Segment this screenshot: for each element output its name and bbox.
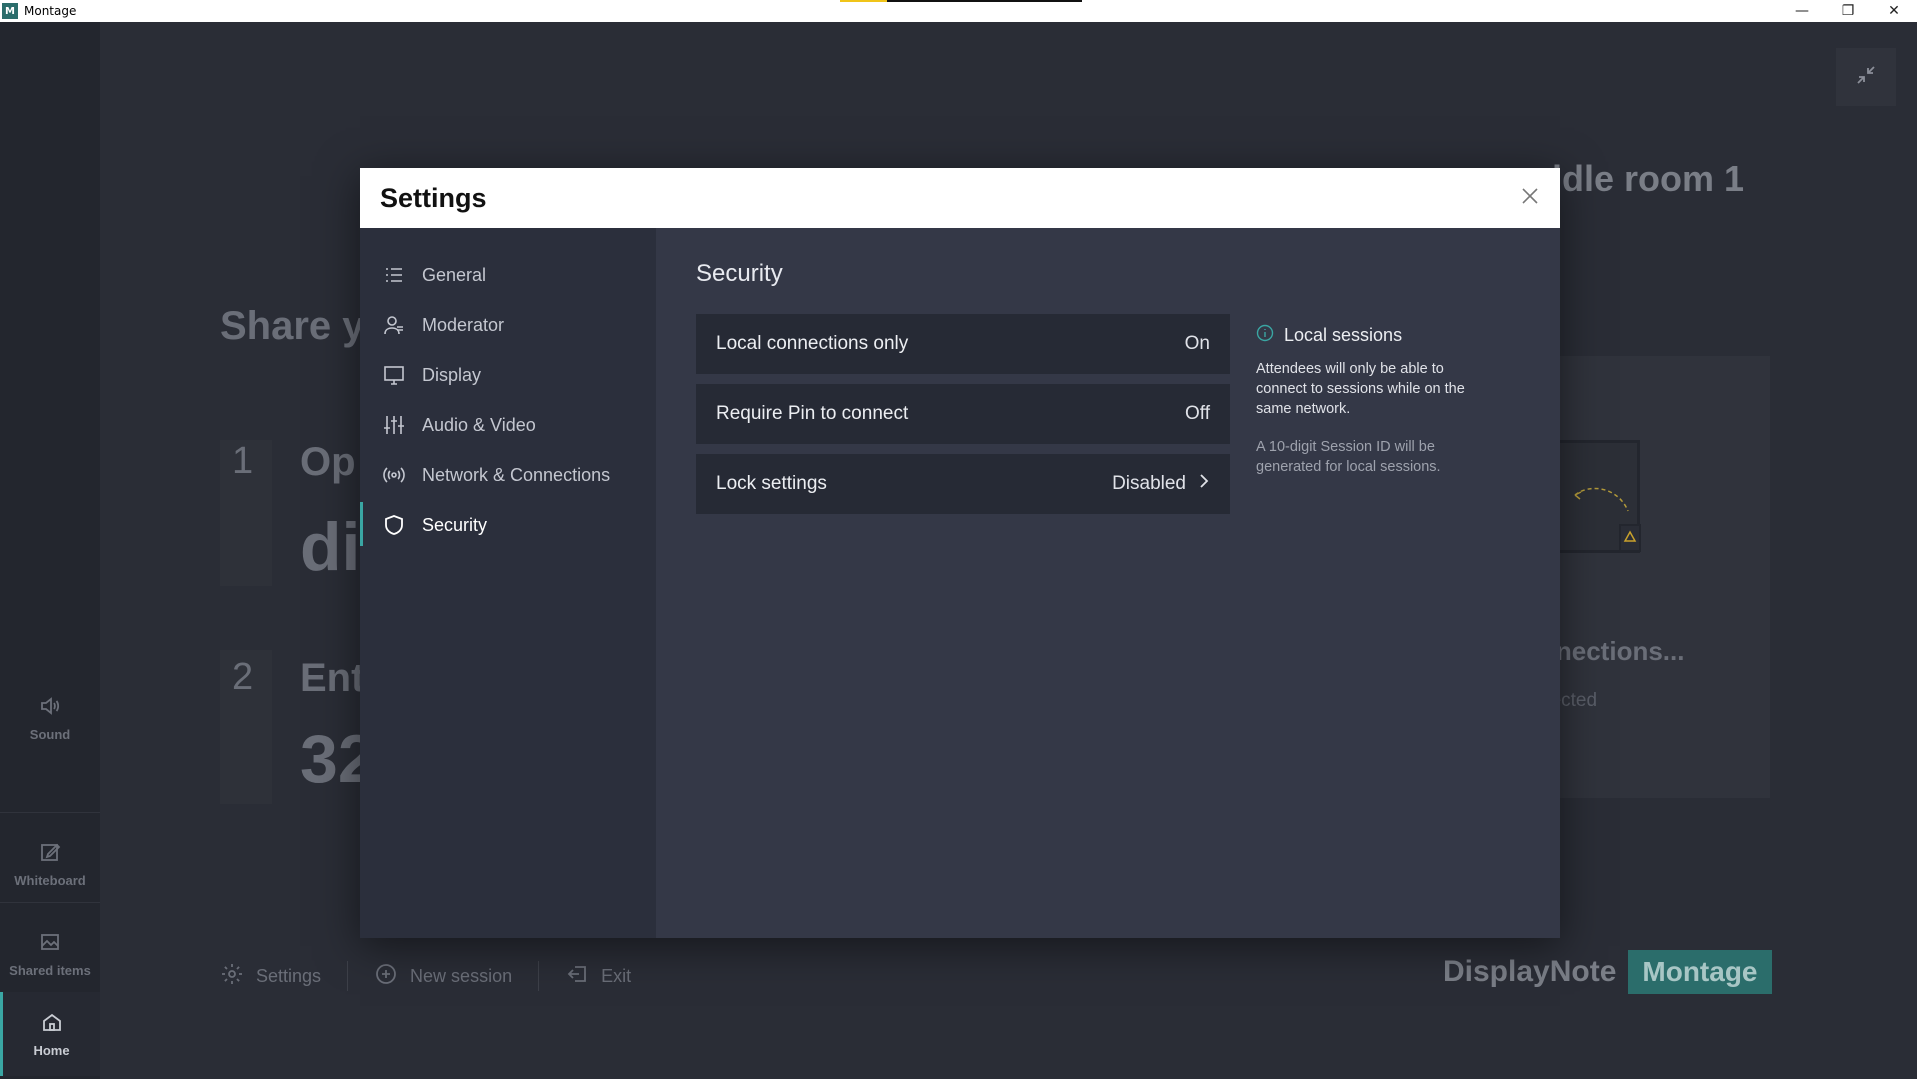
user-icon <box>382 313 406 337</box>
close-icon <box>1521 187 1539 209</box>
new-session-button[interactable]: New session <box>348 962 538 991</box>
home-icon <box>40 1010 64 1037</box>
sidebar-item-sound[interactable]: Sound <box>0 676 100 760</box>
chevron-right-icon <box>1198 473 1210 495</box>
step-1-value: di <box>300 509 361 585</box>
sidebar-item-label: Home <box>33 1043 70 1058</box>
sidebar-divider <box>0 902 100 903</box>
info-panel: Local sessions Attendees will only be ab… <box>1256 324 1496 477</box>
gear-icon <box>220 962 244 991</box>
nav-item-moderator[interactable]: Moderator <box>360 300 656 350</box>
nav-item-label: Security <box>422 514 488 535</box>
nav-item-general[interactable]: General <box>360 250 656 300</box>
image-icon <box>38 930 62 957</box>
security-panel: Security Local connections only On Requi… <box>656 228 1560 938</box>
settings-dialog-title: Settings <box>380 182 487 213</box>
sidebar-item-whiteboard[interactable]: Whiteboard <box>0 822 100 906</box>
monitor-icon <box>382 363 406 387</box>
new-session-button-label: New session <box>410 965 513 986</box>
nav-item-label: General <box>422 264 487 285</box>
left-sidebar: Sound Whiteboard Shared items Home <box>0 22 100 1079</box>
close-dialog-button[interactable] <box>1516 184 1544 212</box>
sidebar-item-home[interactable]: Home <box>0 992 100 1076</box>
settings-button[interactable]: Settings <box>220 962 347 991</box>
lock-settings-item[interactable]: Lock settings Disabled <box>696 454 1230 514</box>
list-icon <box>382 263 406 287</box>
sidebar-item-label: Whiteboard <box>14 873 86 888</box>
nav-item-security[interactable]: Security <box>360 500 656 550</box>
minimize-button[interactable]: — <box>1779 0 1825 22</box>
step-2-number: 2 <box>232 656 254 698</box>
nav-item-label: Network & Connections <box>422 464 611 485</box>
nav-item-display[interactable]: Display <box>360 350 656 400</box>
shield-icon <box>382 513 406 537</box>
edit-icon <box>38 840 62 867</box>
info-title: Local sessions <box>1284 325 1403 345</box>
brand-montage: Montage <box>1628 950 1772 994</box>
row-label: Require Pin to connect <box>716 403 909 424</box>
connections-panel <box>1540 356 1770 798</box>
row-label: Local connections only <box>716 333 909 354</box>
exit-button[interactable]: Exit <box>539 962 657 991</box>
settings-dialog-header: Settings <box>360 168 1560 228</box>
exit-button-label: Exit <box>601 965 632 986</box>
info-icon <box>1256 324 1274 347</box>
settings-dialog: Settings General Moderator Display Audio… <box>360 168 1560 938</box>
info-note: A 10-digit Session ID will be generated … <box>1256 439 1441 475</box>
row-value: Off <box>1185 403 1210 424</box>
plus-circle-icon <box>374 962 398 991</box>
nav-item-label: Audio & Video <box>422 414 536 435</box>
row-label: Lock settings <box>716 473 827 494</box>
step-1-number: 1 <box>232 440 254 482</box>
exit-icon <box>565 962 589 991</box>
nav-item-audio-video[interactable]: Audio & Video <box>360 400 656 450</box>
brand-logo: DisplayNote Montage <box>1443 950 1772 994</box>
step-1-label: Op <box>300 440 356 484</box>
info-header: Local sessions <box>1256 324 1496 347</box>
nav-item-label: Moderator <box>422 314 505 335</box>
require-pin-toggle[interactable]: Require Pin to connect Off <box>696 384 1230 444</box>
info-description: Attendees will only be able to connect t… <box>1256 361 1465 417</box>
window-title: Montage <box>24 4 77 18</box>
sidebar-item-label: Sound <box>29 727 71 742</box>
connections-title: nnections... <box>1540 636 1685 666</box>
title-progress-bar <box>840 0 1082 2</box>
speaker-icon <box>38 694 62 721</box>
nav-item-network-connections[interactable]: Network & Connections <box>360 450 656 500</box>
row-value: On <box>1184 333 1210 354</box>
sidebar-divider <box>0 812 100 813</box>
settings-button-label: Settings <box>256 965 322 986</box>
share-title: Share y <box>220 304 365 348</box>
section-title: Security <box>696 260 783 287</box>
restore-button[interactable]: ❐ <box>1825 0 1871 22</box>
local-connections-only-toggle[interactable]: Local connections only On <box>696 314 1230 374</box>
sidebar-item-shared-items[interactable]: Shared items <box>0 912 100 996</box>
window-controls: — ❐ ✕ <box>1779 0 1917 22</box>
settings-nav: General Moderator Display Audio & Video … <box>360 228 656 938</box>
sidebar-item-label: Shared items <box>9 963 91 978</box>
bottom-toolbar: Settings New session Exit <box>220 960 657 992</box>
security-settings-list: Local connections only On Require Pin to… <box>696 314 1230 514</box>
app-icon-letter: M <box>5 5 15 17</box>
nav-item-label: Display <box>422 364 482 385</box>
brand-displaynote: DisplayNote <box>1443 955 1617 988</box>
room-title: ddle room 1 <box>1540 158 1745 199</box>
window-title-bar: M Montage — ❐ ✕ <box>0 0 1917 22</box>
collapse-icon <box>1854 63 1878 91</box>
close-window-button[interactable]: ✕ <box>1871 0 1917 22</box>
step-2-label: Ent <box>300 656 365 700</box>
collapse-fullscreen-button[interactable] <box>1836 48 1896 106</box>
sliders-icon <box>382 413 406 437</box>
app-icon: M <box>2 3 18 19</box>
broadcast-icon <box>382 463 406 487</box>
row-value: Disabled <box>1112 473 1186 494</box>
